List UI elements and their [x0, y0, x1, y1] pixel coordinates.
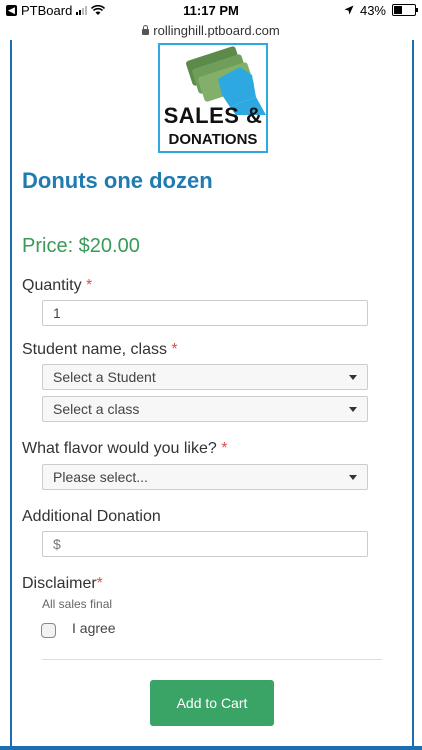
agree-checkbox[interactable] [41, 623, 56, 638]
status-left: ◀ PTBoard [6, 3, 106, 18]
status-bar: ◀ PTBoard 11:17 PM 43% [0, 0, 422, 20]
disclaimer-note: All sales final [42, 597, 113, 611]
battery-percent: 43% [359, 2, 386, 18]
location-arrow-icon [344, 5, 354, 15]
url-text[interactable]: rollinghill.ptboard.com [153, 23, 279, 38]
class-select[interactable]: Select a class [42, 396, 368, 422]
quantity-input[interactable]: 1 [42, 300, 368, 326]
product-title: Donuts one dozen [22, 168, 213, 193]
logo-text-donations: DONATIONS [168, 131, 258, 148]
signal-icon [76, 5, 88, 15]
required-marker: * [96, 575, 103, 592]
required-marker: * [171, 341, 178, 358]
logo-text-sales: SALES & [163, 103, 263, 128]
caret-down-icon [349, 407, 357, 412]
add-to-cart-button[interactable]: Add to Cart [150, 680, 274, 726]
url-bar[interactable]: rollinghill.ptboard.com [0, 20, 422, 40]
back-app-label[interactable]: PTBoard [21, 3, 72, 18]
back-to-app-icon[interactable]: ◀ [6, 4, 17, 16]
required-marker: * [221, 440, 228, 457]
divider [42, 659, 382, 660]
caret-down-icon [349, 475, 357, 480]
class-select-value: Select a class [53, 401, 140, 417]
donation-input[interactable]: $ [42, 531, 368, 557]
status-right: 43% [344, 2, 418, 18]
product-price: Price: $20.00 [22, 235, 140, 257]
student-label: Student name, class * [22, 341, 178, 359]
wifi-icon [91, 4, 106, 15]
quantity-label-text: Quantity [22, 277, 82, 294]
student-select[interactable]: Select a Student [42, 364, 368, 390]
student-select-value: Select a Student [53, 369, 156, 385]
flavor-label: What flavor would you like? * [22, 440, 227, 458]
flavor-select-value: Please select... [53, 469, 148, 485]
flavor-select[interactable]: Please select... [42, 464, 368, 490]
disclaimer-label: Disclaimer* [22, 575, 103, 593]
flavor-label-text: What flavor would you like? [22, 440, 217, 457]
caret-down-icon [349, 375, 357, 380]
required-marker: * [86, 277, 93, 294]
quantity-label: Quantity * [22, 277, 92, 295]
donation-label: Additional Donation [22, 508, 161, 525]
bottom-border [0, 746, 422, 750]
product-page: SALES & DONATIONS Donuts one dozen Price… [10, 40, 414, 750]
sales-donations-logo: SALES & DONATIONS [158, 43, 268, 153]
agree-label[interactable]: I agree [72, 620, 116, 636]
lock-icon [142, 24, 150, 35]
battery-icon [392, 4, 418, 16]
disclaimer-label-text: Disclaimer [22, 575, 97, 592]
student-label-text: Student name, class [22, 341, 167, 358]
